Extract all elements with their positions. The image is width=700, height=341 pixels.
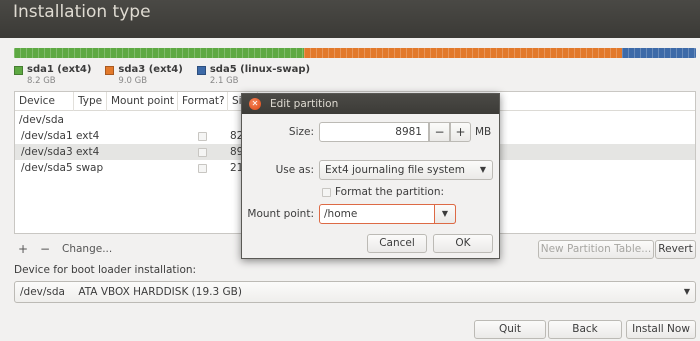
window-titlebar: Installation type (0, 0, 700, 38)
ok-button[interactable]: OK (433, 234, 493, 253)
cell-type: swap (76, 162, 104, 174)
size-unit: MB (475, 126, 492, 138)
column-header-device[interactable]: Device (15, 92, 74, 111)
boot-device-description: ATA VBOX HARDDISK (19.3 GB) (78, 286, 242, 298)
legend-name: sda1 (ext4) (27, 64, 92, 75)
chevron-down-icon: ▼ (479, 165, 486, 174)
mount-point-label: Mount point: (247, 208, 314, 220)
disk-bar-segment-sda3 (303, 48, 622, 58)
mount-point-dropdown-button[interactable]: ▼ (434, 204, 456, 224)
chevron-down-icon: ▼ (441, 209, 449, 218)
cell-type: ext4 (76, 130, 100, 142)
new-partition-table-button[interactable]: New Partition Table... (538, 240, 654, 259)
revert-button[interactable]: Revert (655, 240, 696, 259)
legend-item-sda1: sda1 (ext4) 8.2 GB (14, 64, 91, 86)
size-input[interactable]: 8981 (319, 122, 429, 142)
legend-size: 8.2 GB (27, 76, 56, 86)
format-checkbox[interactable] (198, 164, 207, 173)
disk-bar-segment-sda1 (14, 48, 304, 58)
minus-icon[interactable]: − (40, 240, 50, 258)
legend-swatch-sda1 (14, 66, 23, 75)
use-as-select[interactable]: Ext4 journaling file system ▼ (319, 160, 493, 180)
plus-icon[interactable]: + (18, 240, 28, 258)
disk-usage-bar (14, 48, 696, 58)
column-header-mount-point[interactable]: Mount point (107, 92, 178, 111)
boot-loader-label: Device for boot loader installation: (14, 264, 197, 276)
column-header-type[interactable]: Type (74, 92, 107, 111)
back-button[interactable]: Back (548, 320, 622, 339)
boot-device: /dev/sda (20, 286, 65, 298)
format-checkbox[interactable] (198, 148, 207, 157)
cell-device: /dev/sda (19, 114, 64, 126)
legend-item-sda5: sda5 (linux-swap) 2.1 GB (196, 64, 311, 86)
use-as-value: Ext4 journaling file system (325, 164, 465, 176)
partition-legend: sda1 (ext4) 8.2 GB sda3 (ext4) 9.0 GB sd… (14, 64, 310, 86)
cell-device: /dev/sda5 (21, 162, 73, 174)
format-partition-label: Format the partition: (335, 186, 445, 198)
close-icon[interactable]: ✕ (249, 98, 261, 110)
disk-bar-segment-sda5 (621, 48, 696, 58)
size-label: Size: (288, 126, 314, 138)
edit-partition-dialog: ✕ Edit partition Size: 8981 − + MB Use a… (241, 93, 500, 259)
format-partition-checkbox[interactable] (322, 188, 331, 197)
legend-name: sda3 (ext4) (118, 64, 183, 75)
legend-size: 2.1 GB (209, 76, 239, 86)
dialog-titlebar: ✕ Edit partition (242, 94, 499, 114)
window-title: Installation type (13, 2, 151, 22)
legend-name: sda5 (linux-swap) (209, 64, 311, 75)
size-decrease-button[interactable]: − (429, 122, 450, 142)
cell-device: /dev/sda3 (21, 146, 73, 158)
column-header-format[interactable]: Format? (178, 92, 228, 111)
boot-loader-select[interactable]: /dev/sda ATA VBOX HARDDISK (19.3 GB) ▼ (14, 281, 696, 303)
legend-swatch-sda3 (105, 66, 115, 75)
size-increase-button[interactable]: + (450, 122, 471, 142)
cell-device: /dev/sda1 (21, 130, 73, 142)
use-as-label: Use as: (275, 164, 314, 176)
legend-item-sda3: sda3 (ext4) 9.0 GB (105, 64, 183, 86)
install-now-button[interactable]: Install Now (626, 320, 696, 339)
dialog-title: Edit partition (270, 98, 339, 110)
quit-button[interactable]: Quit (474, 320, 546, 339)
legend-size: 9.0 GB (118, 76, 148, 86)
cell-type: ext4 (76, 146, 100, 158)
change-button[interactable]: Change... (62, 240, 112, 258)
cancel-button[interactable]: Cancel (367, 234, 427, 253)
format-checkbox[interactable] (198, 132, 207, 141)
legend-swatch-sda5 (196, 66, 206, 75)
chevron-down-icon: ▼ (683, 287, 690, 296)
